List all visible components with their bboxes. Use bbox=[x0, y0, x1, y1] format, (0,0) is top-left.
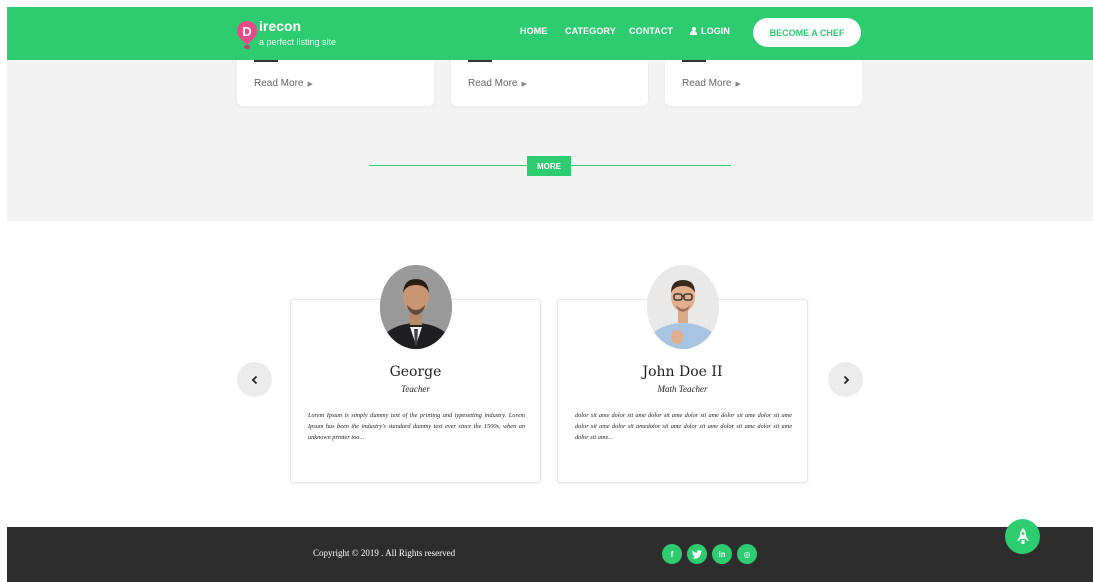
chevron-right-icon bbox=[843, 375, 849, 384]
instagram-button[interactable]: ◎ bbox=[737, 544, 757, 564]
logo-name: irecon bbox=[259, 18, 302, 34]
truncated-text bbox=[254, 60, 278, 62]
chevron-left-icon bbox=[251, 375, 257, 384]
read-more-label: Read More bbox=[254, 78, 304, 89]
play-arrow-icon: ▶ bbox=[735, 81, 741, 88]
twitter-icon bbox=[692, 549, 702, 559]
member-bio: dolor sit ame dolor sit ame dolor sit am… bbox=[575, 412, 792, 441]
carousel-prev-button[interactable] bbox=[237, 362, 272, 397]
more-button[interactable]: MORE bbox=[527, 156, 571, 176]
avatar bbox=[380, 265, 452, 349]
scroll-to-top-button[interactable] bbox=[1005, 519, 1040, 554]
read-more-label: Read More bbox=[468, 78, 518, 89]
pin-shadow bbox=[244, 45, 250, 49]
play-arrow-icon: ▶ bbox=[521, 81, 527, 88]
become-chef-button[interactable]: BECOME A CHEF bbox=[753, 18, 861, 47]
divider-line-left bbox=[369, 165, 527, 166]
member-role: Teacher bbox=[401, 384, 430, 394]
twitter-button[interactable] bbox=[687, 544, 707, 564]
logo-tagline: a perfect listing site bbox=[259, 37, 337, 47]
rocket-icon bbox=[1016, 527, 1029, 544]
site-header: D irecon a perfect listing site HOME CAT… bbox=[7, 7, 1093, 60]
person-photo bbox=[647, 265, 719, 349]
play-arrow-icon: ▶ bbox=[307, 81, 313, 88]
member-name: John Doe II bbox=[642, 364, 723, 380]
member-role: Math Teacher bbox=[657, 384, 708, 394]
read-more-link[interactable]: Read More ▶ bbox=[682, 78, 741, 89]
logo-letter: D bbox=[242, 23, 252, 39]
nav-contact[interactable]: CONTACT bbox=[629, 26, 673, 36]
read-more-link[interactable]: Read More ▶ bbox=[254, 78, 313, 89]
read-more-link[interactable]: Read More ▶ bbox=[468, 78, 527, 89]
facebook-icon: f bbox=[670, 549, 674, 559]
truncated-text bbox=[468, 60, 492, 62]
listings-section: Read More ▶ Read More ▶ Read More ▶ MORE bbox=[7, 60, 1093, 221]
nav-login-label: LOGIN bbox=[701, 26, 730, 36]
nav-category[interactable]: CATEGORY bbox=[565, 26, 616, 36]
avatar bbox=[647, 265, 719, 349]
divider-line-right bbox=[571, 165, 731, 166]
truncated-text bbox=[682, 60, 706, 62]
listing-card: Read More ▶ bbox=[665, 60, 862, 106]
read-more-label: Read More bbox=[682, 78, 732, 89]
nav-login[interactable]: LOGIN bbox=[690, 26, 730, 36]
nav-home[interactable]: HOME bbox=[520, 26, 547, 36]
listing-card: Read More ▶ bbox=[451, 60, 648, 106]
instagram-icon: ◎ bbox=[743, 549, 751, 559]
member-bio: Lorem Ipsum is simply dummy text of the … bbox=[308, 412, 525, 441]
listing-card: Read More ▶ bbox=[237, 60, 434, 106]
member-name: George bbox=[389, 364, 442, 380]
copyright-text: Copyright © 2019 . All Rights reserved bbox=[313, 548, 456, 558]
linkedin-button[interactable]: in bbox=[712, 544, 732, 564]
facebook-button[interactable]: f bbox=[662, 544, 682, 564]
user-icon bbox=[690, 27, 697, 35]
site-footer: Copyright © 2019 . All Rights reserved f… bbox=[7, 527, 1093, 582]
linkedin-icon: in bbox=[718, 549, 726, 559]
carousel-next-button[interactable] bbox=[828, 362, 863, 397]
person-photo bbox=[380, 265, 452, 349]
